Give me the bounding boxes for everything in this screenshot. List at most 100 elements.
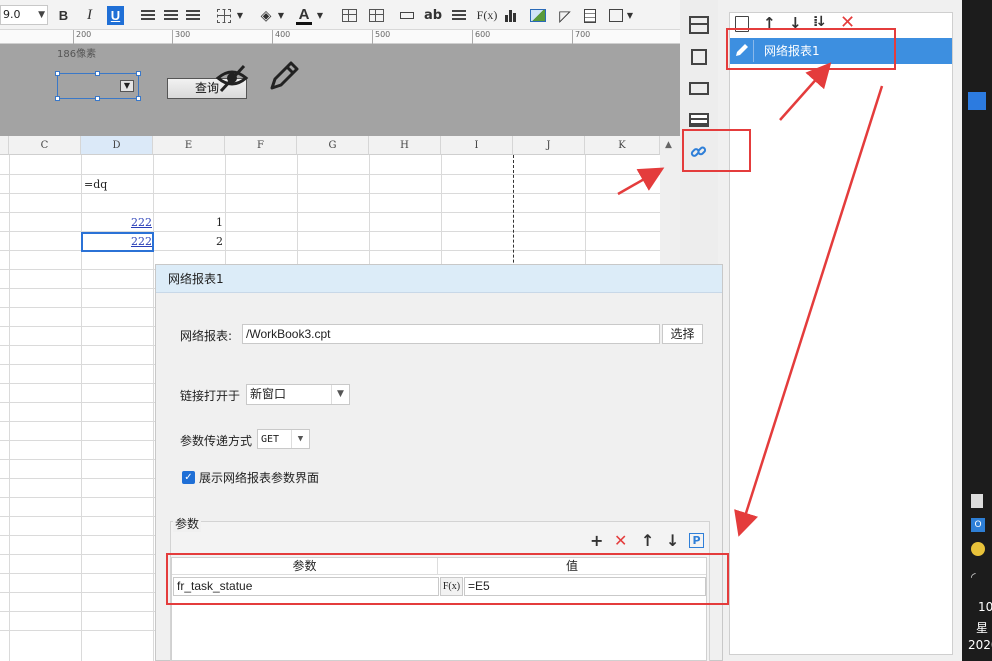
subreport-button[interactable]	[583, 6, 597, 25]
frame-button[interactable]	[608, 6, 624, 25]
chart-button[interactable]	[504, 6, 520, 25]
rich-text-button[interactable]	[451, 6, 467, 25]
resize-handle[interactable]	[136, 71, 141, 76]
underline-button[interactable]: U	[107, 6, 124, 25]
param-mode-select[interactable]: GET ▼	[257, 429, 310, 449]
column-header-g[interactable]: G	[297, 136, 369, 155]
column-header-h[interactable]: H	[369, 136, 441, 155]
cell-attr-icon[interactable]	[691, 49, 707, 65]
condition-icon[interactable]	[689, 113, 709, 127]
param-fx-button[interactable]: F(x)	[440, 577, 463, 596]
sort-icon[interactable]: ⁞↓	[813, 14, 827, 30]
show-param-label: 展示网络报表参数界面	[199, 471, 320, 485]
merge-cell-button[interactable]	[341, 6, 357, 25]
column-header-d[interactable]: D	[81, 136, 153, 155]
column-header-k[interactable]: K	[585, 136, 660, 155]
font-size-value: 9.0	[3, 8, 21, 21]
bar-chart-icon	[505, 9, 519, 22]
frame-icon	[609, 9, 623, 22]
report-path-input[interactable]: /WorkBook3.cpt	[242, 324, 660, 344]
border-dropdown[interactable]: ▼	[236, 6, 244, 25]
move-down-icon[interactable]: ↓	[666, 531, 679, 550]
eye-slash-icon[interactable]	[215, 62, 249, 94]
border-button[interactable]	[216, 6, 232, 25]
image-button[interactable]	[529, 6, 547, 25]
column-header-f[interactable]: F	[225, 136, 297, 155]
chevron-down-icon: ▼	[38, 10, 45, 20]
scroll-up-icon[interactable]: ▲	[665, 140, 672, 150]
chevron-down-icon: ▼	[331, 385, 349, 404]
resize-handle[interactable]	[95, 96, 100, 101]
cell-e-row2[interactable]: 2	[154, 235, 223, 248]
text-button[interactable]: ab	[424, 6, 442, 25]
ruler-tick: 700	[572, 30, 590, 44]
clock-day[interactable]: 星	[976, 619, 988, 636]
italic-button[interactable]: I	[82, 6, 97, 25]
hyperlink-icon[interactable]	[689, 143, 709, 161]
bold-button[interactable]: B	[56, 6, 71, 25]
frame-dropdown[interactable]: ▼	[626, 6, 634, 25]
resize-handle[interactable]	[55, 71, 60, 76]
choose-button[interactable]: 选择	[662, 324, 703, 344]
resize-handle[interactable]	[55, 96, 60, 101]
param-mode-label: 参数传递方式	[180, 434, 253, 448]
cell-element-icon[interactable]	[689, 16, 709, 34]
combo-box-widget[interactable]: ▼	[55, 71, 141, 101]
resize-handle[interactable]	[95, 71, 100, 76]
cell-e-row1[interactable]: 1	[154, 216, 223, 229]
clock-time[interactable]: 10	[978, 600, 992, 614]
align-center-icon	[164, 9, 178, 22]
wifi-icon[interactable]: ◜	[971, 570, 976, 584]
align-left-button[interactable]	[140, 6, 156, 25]
font-color-button[interactable]: A	[296, 6, 312, 25]
open-in-select[interactable]: 新窗口 ▼	[246, 384, 350, 405]
delete-icon[interactable]: ✕	[840, 12, 855, 33]
outlook-icon[interactable]: O	[971, 518, 985, 532]
move-up-icon[interactable]: ↑	[763, 14, 776, 32]
slash-button[interactable]: ◸	[556, 6, 574, 25]
formula-button[interactable]: F(x)	[477, 6, 498, 25]
move-up-icon[interactable]: ↑	[641, 531, 654, 550]
add-icon[interactable]: +	[590, 531, 603, 550]
fill-color-dropdown[interactable]: ▼	[277, 6, 285, 25]
align-center-button[interactable]	[163, 6, 179, 25]
split-cell-button[interactable]	[368, 6, 384, 25]
text-field-icon	[400, 12, 414, 19]
fill-color-button[interactable]: ◈	[258, 6, 274, 25]
network-report-dialog: 网络报表1 网络报表: /WorkBook3.cpt 选择 链接打开于 新窗口 …	[155, 264, 723, 661]
tray-icon[interactable]	[971, 542, 985, 556]
tray-icon[interactable]	[971, 494, 983, 508]
size-indicator: 186像素	[57, 45, 96, 60]
ruler-tick: 500	[372, 30, 390, 44]
font-color-dropdown[interactable]: ▼	[316, 6, 324, 25]
pencil-icon[interactable]	[267, 59, 301, 93]
add-file-icon[interactable]	[735, 16, 749, 32]
chevron-down-icon: ▼	[120, 80, 134, 92]
column-header-i[interactable]: I	[441, 136, 513, 155]
move-down-icon[interactable]: ↓	[789, 14, 802, 32]
ruler-tick: 200	[73, 30, 91, 44]
slash-icon: ◸	[559, 6, 571, 25]
param-icon[interactable]: P	[689, 533, 704, 548]
cell-d-row1[interactable]: 222	[82, 216, 152, 229]
cell-d-formula[interactable]: =dq	[84, 178, 107, 191]
text-field-button[interactable]	[399, 6, 415, 25]
open-in-label: 链接打开于	[180, 389, 241, 403]
widget-icon[interactable]	[689, 82, 709, 95]
ruler-tick: 600	[472, 30, 490, 44]
param-name-input[interactable]: fr_task_statue	[173, 577, 439, 596]
delete-icon[interactable]: ✕	[614, 531, 627, 550]
ruler-tick: 300	[172, 30, 190, 44]
align-left-icon	[141, 9, 155, 22]
column-header-e[interactable]: E	[153, 136, 225, 155]
align-right-button[interactable]	[185, 6, 201, 25]
column-header-c[interactable]: C	[9, 136, 81, 155]
clock-year[interactable]: 2020	[968, 638, 992, 652]
app-icon[interactable]	[968, 92, 986, 110]
hyperlink-item-network-report[interactable]: 网络报表1	[730, 38, 952, 64]
column-header-j[interactable]: J	[513, 136, 585, 155]
show-param-checkbox[interactable]: ✓	[182, 471, 195, 484]
param-value-input[interactable]: =E5	[464, 577, 706, 596]
resize-handle[interactable]	[136, 96, 141, 101]
font-size-select[interactable]: 9.0 ▼	[0, 5, 48, 25]
